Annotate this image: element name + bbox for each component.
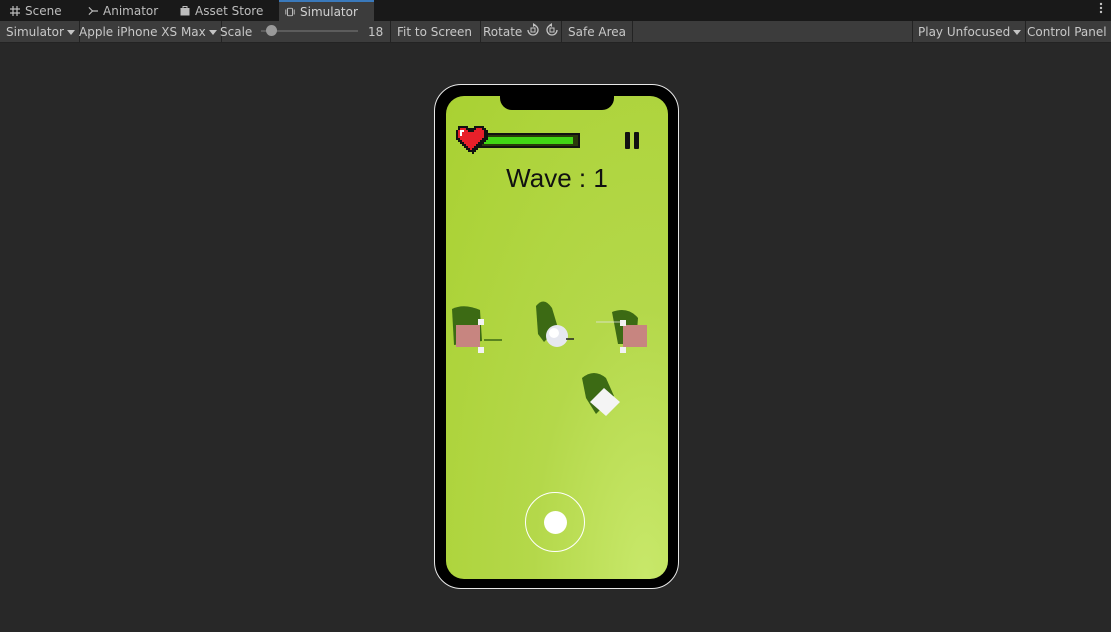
tab-asset-store[interactable]: Asset Store bbox=[180, 0, 263, 21]
tab-simulator[interactable]: Simulator bbox=[279, 0, 374, 21]
scale-label: Scale bbox=[220, 24, 253, 39]
tab-label: Simulator bbox=[300, 4, 358, 19]
tab-label: Animator bbox=[103, 3, 159, 18]
chevron-down-icon bbox=[1013, 29, 1022, 35]
enemy-left bbox=[452, 306, 502, 353]
device-label: Apple iPhone XS Max bbox=[79, 24, 206, 39]
tab-label: Scene bbox=[25, 3, 62, 18]
animator-icon bbox=[88, 6, 98, 16]
fit-to-screen-button[interactable]: Fit to Screen bbox=[390, 21, 481, 42]
tab-scene[interactable]: Scene bbox=[10, 0, 62, 21]
player-character bbox=[536, 301, 574, 347]
rotate-left-button[interactable] bbox=[526, 21, 540, 42]
view-mode-label: Simulator bbox=[6, 24, 64, 39]
rotate-right-icon bbox=[545, 23, 559, 40]
play-mode-dropdown[interactable]: Play Unfocused bbox=[912, 21, 1027, 42]
tab-animator[interactable]: Animator bbox=[88, 0, 158, 21]
tab-label: Asset Store bbox=[195, 3, 264, 18]
wave-counter: Wave : 1 bbox=[506, 163, 608, 193]
enemy-right bbox=[596, 310, 647, 353]
simulator-toolbar: Simulator Apple iPhone XS Max Scale 18 F… bbox=[0, 21, 1111, 43]
control-panel-label: Control Panel bbox=[1027, 24, 1107, 39]
safe-area-label: Safe Area bbox=[568, 24, 627, 39]
chevron-down-icon bbox=[208, 29, 217, 35]
view-mode-dropdown[interactable]: Simulator bbox=[0, 21, 80, 42]
health-bar-fill bbox=[480, 137, 573, 144]
scale-slider-handle[interactable] bbox=[266, 25, 277, 36]
scale-value: 18 bbox=[368, 24, 384, 39]
pause-icon-bar bbox=[625, 132, 630, 149]
pause-icon-bar bbox=[634, 132, 639, 149]
simulator-icon bbox=[285, 7, 295, 17]
bag-icon bbox=[180, 6, 190, 16]
enemy-bottom bbox=[582, 373, 620, 416]
grid-icon bbox=[10, 5, 20, 16]
game-screen[interactable]: Wave : 1 bbox=[446, 96, 668, 579]
control-panel-button[interactable]: Control Panel bbox=[1027, 21, 1107, 42]
play-mode-label: Play Unfocused bbox=[918, 24, 1011, 39]
rotate-right-button[interactable] bbox=[545, 21, 562, 42]
health-bar bbox=[476, 133, 580, 148]
editor-tab-bar: Scene Animator Asset Store Simulator bbox=[0, 0, 1111, 21]
pause-button[interactable] bbox=[625, 132, 639, 149]
fit-to-screen-label: Fit to Screen bbox=[397, 24, 472, 39]
rotate-label: Rotate bbox=[483, 24, 523, 39]
rotate-left-icon bbox=[526, 23, 540, 40]
joystick-handle[interactable] bbox=[544, 511, 567, 534]
heart-icon bbox=[456, 126, 488, 154]
safe-area-toggle[interactable]: Safe Area bbox=[562, 21, 634, 42]
more-options-icon[interactable] bbox=[1099, 2, 1103, 17]
device-dropdown[interactable]: Apple iPhone XS Max bbox=[73, 21, 222, 42]
